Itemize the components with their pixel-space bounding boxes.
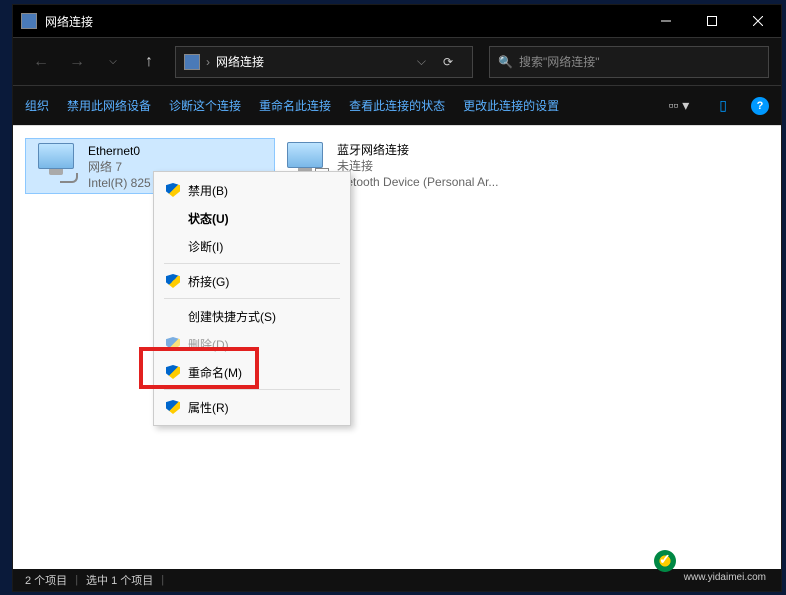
watermark-logo-icon (654, 550, 676, 572)
ctx-diagnose[interactable]: 诊断(I) (156, 232, 348, 260)
item-name: 蓝牙网络连接 (337, 142, 498, 158)
details-pane-toggle[interactable]: ▯ (713, 97, 733, 114)
item-network: 网络 7 (88, 159, 151, 175)
help-button[interactable]: ? (751, 97, 769, 115)
search-placeholder: 搜索"网络连接" (519, 53, 600, 70)
up-button[interactable]: ↑ (133, 46, 165, 78)
cmd-diagnose[interactable]: 诊断这个连接 (169, 97, 241, 114)
window-icon (21, 13, 37, 29)
recent-dropdown[interactable]: ⌵ (97, 46, 129, 78)
forward-button[interactable]: → (61, 46, 93, 78)
command-bar: 组织 禁用此网络设备 诊断这个连接 重命名此连接 查看此连接的状态 更改此连接的… (13, 85, 781, 125)
status-selected: 选中 1 个项目 (86, 572, 153, 588)
titlebar: 网络连接 (13, 5, 781, 37)
breadcrumb-chevron-icon: › (206, 55, 210, 69)
breadcrumb[interactable]: › 网络连接 ⌵ ⟳ (175, 46, 473, 78)
item-adapter: luetooth Device (Personal Ar... (337, 174, 498, 190)
close-button[interactable] (735, 5, 781, 37)
item-name: Ethernet0 (88, 143, 151, 159)
ctx-status[interactable]: 状态(U) (156, 204, 348, 232)
watermark: 纯净系统家园 www.yidaimei.com (654, 550, 766, 583)
cmd-disable[interactable]: 禁用此网络设备 (67, 97, 151, 114)
status-divider: | (75, 574, 78, 586)
breadcrumb-current[interactable]: 网络连接 (216, 53, 264, 70)
shield-icon (166, 400, 180, 414)
cmd-rename[interactable]: 重命名此连接 (259, 97, 331, 114)
status-divider: | (161, 574, 164, 586)
items-container: Ethernet0 网络 7 Intel(R) 825 B 蓝牙网络连接 未连接… (25, 138, 769, 194)
window-title: 网络连接 (45, 13, 643, 30)
ctx-properties[interactable]: 属性(R) (156, 393, 348, 421)
ctx-bridge[interactable]: 桥接(G) (156, 267, 348, 295)
history-dropdown-icon[interactable]: ⌵ (417, 54, 426, 69)
shield-icon (166, 183, 180, 197)
ctx-separator (164, 298, 340, 299)
item-status: 未连接 (337, 158, 498, 174)
location-icon (184, 54, 200, 70)
back-button[interactable]: ← (25, 46, 57, 78)
ctx-separator (164, 389, 340, 390)
status-count: 2 个项目 (25, 572, 67, 588)
refresh-button[interactable]: ⟳ (432, 55, 464, 69)
item-adapter: Intel(R) 825 (88, 175, 151, 191)
cmd-status[interactable]: 查看此连接的状态 (349, 97, 445, 114)
maximize-button[interactable] (689, 5, 735, 37)
organize-menu[interactable]: 组织 (25, 97, 49, 114)
search-input[interactable]: 🔍 搜索"网络连接" (489, 46, 769, 78)
explorer-window: 网络连接 ← → ⌵ ↑ › 网络连接 ⌵ ⟳ 🔍 搜索"网络连接" 组织 禁用 (12, 4, 782, 592)
search-icon: 🔍 (498, 55, 513, 69)
cmd-settings[interactable]: 更改此连接的设置 (463, 97, 559, 114)
minimize-button[interactable] (643, 5, 689, 37)
ctx-separator (164, 263, 340, 264)
ethernet-icon (32, 143, 80, 183)
view-options[interactable]: ▫▫ ▾ (662, 97, 695, 114)
ctx-disable[interactable]: 禁用(B) (156, 176, 348, 204)
content-area: Ethernet0 网络 7 Intel(R) 825 B 蓝牙网络连接 未连接… (13, 125, 781, 573)
nav-toolbar: ← → ⌵ ↑ › 网络连接 ⌵ ⟳ 🔍 搜索"网络连接" (13, 37, 781, 85)
shield-icon (166, 274, 180, 288)
ctx-shortcut[interactable]: 创建快捷方式(S) (156, 302, 348, 330)
annotation-highlight (139, 347, 259, 389)
